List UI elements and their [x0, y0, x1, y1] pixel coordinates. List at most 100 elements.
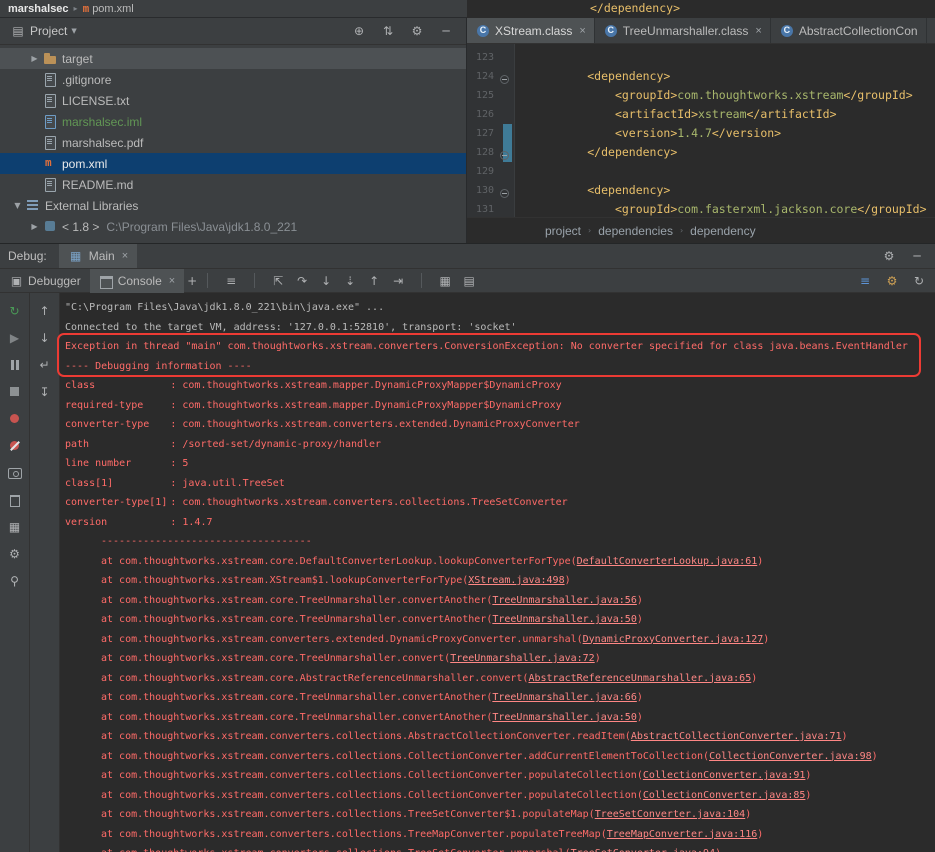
- tree-item-1-8[interactable]: ▶< 1.8 >C:\Program Files\Java\jdk1.8.0_2…: [0, 216, 466, 237]
- fold-icon[interactable]: [497, 181, 512, 200]
- rerun-debug-icon[interactable]: ↻: [7, 303, 23, 319]
- grid-icon[interactable]: ▦: [7, 519, 23, 535]
- console-layout-icon[interactable]: ≡: [857, 273, 873, 289]
- settings-icon[interactable]: ⚙: [409, 23, 425, 39]
- stack-link[interactable]: TreeUnmarshaller.java:72: [450, 653, 595, 664]
- tree-item-gitignore[interactable]: .gitignore: [0, 69, 466, 90]
- stack-link[interactable]: TreeSetConverter.java:94: [571, 848, 716, 852]
- menu-icon[interactable]: ≡: [223, 273, 239, 289]
- editor[interactable]: 123124 <dependency>125 <groupId>com.thou…: [467, 44, 935, 217]
- close-tab-icon[interactable]: ×: [755, 25, 761, 37]
- library-icon: [25, 199, 42, 213]
- tree-item-label: .gitignore: [62, 73, 111, 87]
- code-token: 1.4.7: [677, 126, 712, 140]
- stack-link[interactable]: CollectionConverter.java:85: [643, 790, 806, 801]
- stack-link[interactable]: TreeMapConverter.java:116: [607, 829, 758, 840]
- editor-tab-abstractcollectioncon[interactable]: AbstractCollectionCon: [771, 18, 927, 43]
- stack-link[interactable]: TreeUnmarshaller.java:56: [492, 595, 637, 606]
- stack-link[interactable]: CollectionConverter.java:98: [709, 751, 872, 762]
- class-icon: [475, 24, 492, 38]
- chevron-collapsed-icon[interactable]: ▶: [27, 222, 42, 231]
- code-token: </artifactId>: [747, 107, 837, 121]
- stack-link[interactable]: TreeUnmarshaller.java:66: [492, 692, 637, 703]
- fold-icon[interactable]: [497, 143, 512, 162]
- maven-icon: [42, 157, 59, 171]
- fold-icon[interactable]: [497, 67, 512, 86]
- trash-icon[interactable]: [7, 492, 23, 508]
- layout-icon[interactable]: ▤: [461, 273, 477, 289]
- force-step-into-icon[interactable]: ⇣: [342, 273, 358, 289]
- step-over-icon[interactable]: ↷: [294, 273, 310, 289]
- tree-item-target[interactable]: ▶target: [0, 48, 466, 69]
- stack-link[interactable]: XStream.java:498: [468, 575, 564, 586]
- run-to-cursor-icon[interactable]: ⇥: [390, 273, 406, 289]
- soft-wrap-icon[interactable]: ↵: [37, 357, 53, 373]
- close-tab-icon[interactable]: ×: [122, 250, 128, 262]
- breadcrumb-dependency[interactable]: dependency: [690, 224, 755, 238]
- close-tab-icon[interactable]: ×: [579, 25, 585, 37]
- breadcrumb-file[interactable]: pom.xml: [92, 3, 134, 15]
- console-output[interactable]: "C:\Program Files\Java\jdk1.8.0_221\bin\…: [60, 293, 935, 852]
- scroll-to-end-icon[interactable]: ↧: [37, 384, 53, 400]
- step-down-icon[interactable]: ↓: [37, 330, 53, 346]
- stack-link[interactable]: AbstractCollectionConverter.java:71: [631, 731, 842, 742]
- tree-item-label: marshalsec.iml: [62, 115, 142, 129]
- step-into-icon[interactable]: ↓: [318, 273, 334, 289]
- stack-link[interactable]: TreeUnmarshaller.java:50: [492, 614, 637, 625]
- collapse-all-icon[interactable]: ⇅: [380, 23, 396, 39]
- chevron-down-icon[interactable]: ▼: [71, 27, 76, 35]
- breadcrumb-project[interactable]: marshalsec: [8, 3, 69, 15]
- jdk-icon: [42, 220, 59, 234]
- stack-link[interactable]: AbstractReferenceUnmarshaller.java:65: [528, 673, 751, 684]
- stack-link[interactable]: DynamicProxyConverter.java:127: [583, 634, 764, 645]
- pin-icon[interactable]: ⚲: [7, 573, 23, 589]
- tree-item-marshalsec-iml[interactable]: marshalsec.iml: [0, 111, 466, 132]
- tree-item-readme-md[interactable]: README.md: [0, 174, 466, 195]
- project-tree: ▶target .gitignore LICENSE.txt marshalsec.i…: [0, 45, 466, 243]
- chevron-collapsed-icon[interactable]: ▶: [27, 54, 42, 63]
- stack-link[interactable]: CollectionConverter.java:91: [643, 770, 806, 781]
- tree-item-marshalsec-pdf[interactable]: marshalsec.pdf: [0, 132, 466, 153]
- add-tab-icon[interactable]: +: [184, 273, 200, 289]
- locate-file-icon[interactable]: ⊕: [351, 23, 367, 39]
- evaluate-icon[interactable]: ▦: [437, 273, 453, 289]
- step-out-icon[interactable]: ↑: [366, 273, 382, 289]
- tree-item-label: marshalsec.pdf: [62, 136, 143, 150]
- resume-icon[interactable]: ▶: [7, 330, 23, 346]
- tree-item-external-libraries[interactable]: ▼External Libraries: [0, 195, 466, 216]
- breadcrumb-project[interactable]: project: [545, 224, 581, 238]
- tab-console[interactable]: Console×: [90, 269, 184, 293]
- editor-tab-xstream-class[interactable]: XStream.class×: [467, 18, 595, 43]
- stack-link[interactable]: TreeSetConverter.java:104: [595, 809, 746, 820]
- project-panel-title[interactable]: Project: [30, 24, 67, 38]
- settings-orange-icon[interactable]: ⚙: [884, 273, 900, 289]
- tree-item-pom-xml[interactable]: pom.xml: [0, 153, 466, 174]
- show-execution-point-icon[interactable]: ⇱: [270, 273, 286, 289]
- step-up-icon[interactable]: ↑: [37, 303, 53, 319]
- rerun-icon[interactable]: ↻: [911, 273, 927, 289]
- hide-icon[interactable]: ─: [909, 248, 925, 264]
- settings-icon[interactable]: ⚙: [7, 546, 23, 562]
- mute-breakpoints-icon[interactable]: [7, 438, 23, 454]
- tab-debugger[interactable]: ▣Debugger: [0, 269, 90, 293]
- tree-item-license-txt[interactable]: LICENSE.txt: [0, 90, 466, 111]
- stack-text: ): [565, 575, 571, 586]
- stack-link[interactable]: DefaultConverterLookup.java:61: [577, 556, 758, 567]
- code-token: <groupId>: [615, 202, 677, 216]
- stop-icon[interactable]: [7, 384, 23, 400]
- view-breakpoints-icon[interactable]: [7, 411, 23, 427]
- close-tab-icon[interactable]: ×: [169, 275, 175, 287]
- stack-text: ): [757, 556, 763, 567]
- editor-tab-treeunmarshaller-class[interactable]: TreeUnmarshaller.class×: [595, 18, 771, 43]
- hide-icon[interactable]: ─: [438, 23, 454, 39]
- debug-session-tab-main[interactable]: ▦ Main ×: [59, 244, 137, 268]
- breadcrumb-dependencies[interactable]: dependencies: [598, 224, 673, 238]
- stack-text: at com.thoughtworks.xstream.converters.c…: [101, 751, 709, 762]
- stack-link[interactable]: TreeUnmarshaller.java:50: [492, 712, 637, 723]
- settings-icon[interactable]: ⚙: [881, 248, 897, 264]
- chevron-expanded-icon[interactable]: ▼: [10, 201, 25, 210]
- pause-icon[interactable]: [7, 357, 23, 373]
- colon-separator: :: [170, 517, 182, 528]
- camera-icon[interactable]: [7, 465, 23, 481]
- class-icon: [779, 24, 796, 38]
